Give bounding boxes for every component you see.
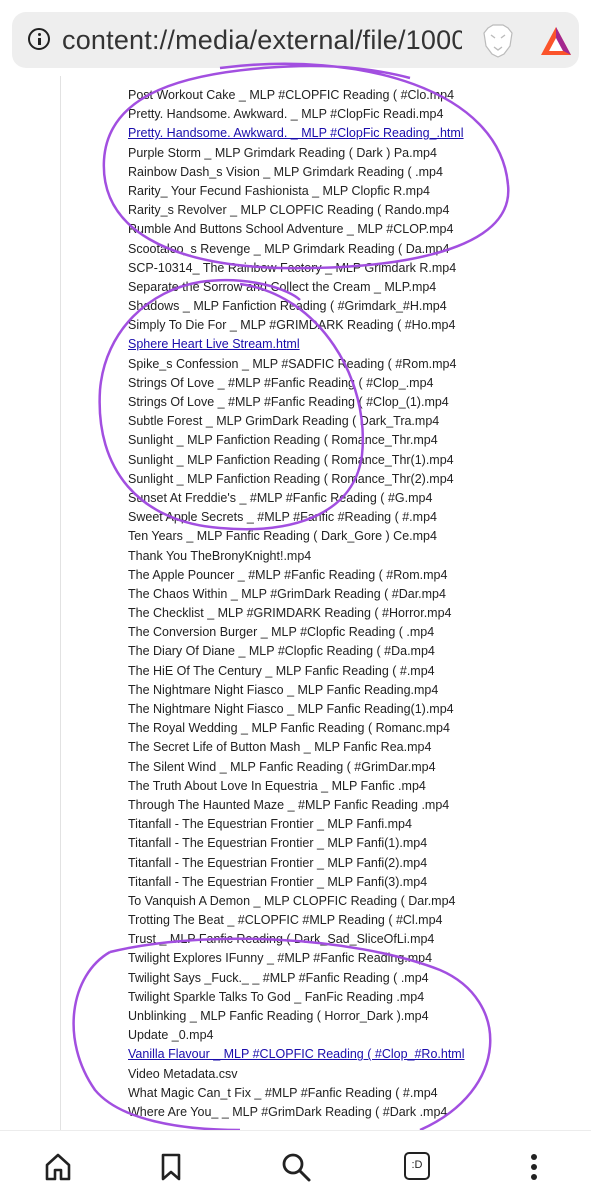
file-item[interactable]: Sunlight _ MLP Fanfiction Reading ( Roma… (128, 451, 465, 470)
file-item[interactable]: Titanfall - The Equestrian Frontier _ ML… (128, 873, 465, 892)
file-item[interactable]: Rarity_s Revolver _ MLP CLOPFIC Reading … (128, 201, 465, 220)
tabs-icon[interactable]: :D (404, 1152, 430, 1180)
file-item[interactable]: The Silent Wind _ MLP Fanfic Reading ( #… (128, 758, 465, 777)
file-item[interactable]: Strings Of Love _ #MLP #Fanfic Reading (… (128, 374, 465, 393)
file-link[interactable]: Sphere Heart Live Stream.html (128, 335, 465, 354)
browser-top-bar: content://media/external/file/1000 (0, 0, 591, 76)
file-item[interactable]: Subtle Forest _ MLP GrimDark Reading ( D… (128, 412, 465, 431)
file-item[interactable]: Unblinking _ MLP Fanfic Reading ( Horror… (128, 1007, 465, 1026)
file-item[interactable]: Titanfall - The Equestrian Frontier _ ML… (128, 854, 465, 873)
file-item[interactable]: SCP-10314_ The Rainbow Factory _ MLP Gri… (128, 259, 465, 278)
file-item[interactable]: Sunlight _ MLP Fanfiction Reading ( Roma… (128, 470, 465, 489)
file-item[interactable]: Strings Of Love _ #MLP #Fanfic Reading (… (128, 393, 465, 412)
search-icon[interactable] (280, 1151, 312, 1183)
file-item[interactable]: Simply To Die For _ MLP #GRIMDARK Readin… (128, 316, 465, 335)
file-item[interactable]: What Magic Can_t Fix _ #MLP #Fanfic Read… (128, 1084, 465, 1103)
file-item[interactable]: Separate the Sorrow and Collect the Crea… (128, 278, 465, 297)
file-item[interactable]: Through The Haunted Maze _ #MLP Fanfic R… (128, 796, 465, 815)
file-item[interactable]: The Secret Life of Button Mash _ MLP Fan… (128, 738, 465, 757)
file-item[interactable]: Video Metadata.csv (128, 1065, 465, 1084)
file-item[interactable]: The HiE Of The Century _ MLP Fanfic Read… (128, 662, 465, 681)
file-item[interactable]: The Nightmare Night Fiasco _ MLP Fanfic … (128, 681, 465, 700)
file-item[interactable]: Twilight Says _Fuck._ _ #MLP #Fanfic Rea… (128, 969, 465, 988)
file-item[interactable]: Rarity_ Your Fecund Fashionista _ MLP Cl… (128, 182, 465, 201)
file-item[interactable]: Update _0.mp4 (128, 1026, 465, 1045)
file-item[interactable]: Trotting The Beat _ #CLOPFIC #MLP Readin… (128, 911, 465, 930)
file-item[interactable]: Where Are You_ _ MLP #GrimDark Reading (… (128, 1103, 465, 1122)
file-item[interactable]: Sunset At Freddie's _ #MLP #Fanfic Readi… (128, 489, 465, 508)
file-item[interactable]: The Royal Wedding _ MLP Fanfic Reading (… (128, 719, 465, 738)
url-text[interactable]: content://media/external/file/1000 (62, 24, 462, 56)
bookmark-icon[interactable] (155, 1151, 187, 1183)
brave-rewards-icon[interactable] (539, 25, 573, 57)
file-link[interactable]: Pretty. Handsome. Awkward. _ MLP #ClopFi… (128, 124, 465, 143)
file-item[interactable]: The Chaos Within _ MLP #GrimDark Reading… (128, 585, 465, 604)
file-item[interactable]: Purple Storm _ MLP Grimdark Reading ( Da… (128, 144, 465, 163)
file-item[interactable]: Spike_s Confession _ MLP #SADFIC Reading… (128, 355, 465, 374)
file-item[interactable]: The Apple Pouncer _ #MLP #Fanfic Reading… (128, 566, 465, 585)
file-item[interactable]: To Vanquish A Demon _ MLP CLOPFIC Readin… (128, 892, 465, 911)
file-item[interactable]: Rainbow Dash_s Vision _ MLP Grimdark Rea… (128, 163, 465, 182)
address-bar[interactable]: content://media/external/file/1000 (12, 12, 579, 68)
file-item[interactable]: The Diary Of Diane _ MLP #Clopfic Readin… (128, 642, 465, 661)
file-item[interactable]: Scootaloo_s Revenge _ MLP Grimdark Readi… (128, 240, 465, 259)
file-item[interactable]: Sunlight _ MLP Fanfiction Reading ( Roma… (128, 431, 465, 450)
home-icon[interactable] (42, 1151, 74, 1183)
file-item[interactable]: The Conversion Burger _ MLP #Clopfic Rea… (128, 623, 465, 642)
file-item[interactable]: Sweet Apple Secrets _ #MLP #Fanfic #Read… (128, 508, 465, 527)
file-item[interactable]: Pretty. Handsome. Awkward. _ MLP #ClopFi… (128, 105, 465, 124)
file-item[interactable]: Twilight Explores IFunny _ #MLP #Fanfic … (128, 949, 465, 968)
file-item[interactable]: Shadows _ MLP Fanfiction Reading ( #Grim… (128, 297, 465, 316)
file-item[interactable]: The Truth About Love In Equestria _ MLP … (128, 777, 465, 796)
file-item[interactable]: The Nightmare Night Fiasco _ MLP Fanfic … (128, 700, 465, 719)
brave-lion-icon[interactable] (482, 24, 514, 58)
file-directory-page[interactable]: Post Workout Cake _ MLP #CLOPFIC Reading… (0, 76, 591, 1130)
file-item[interactable]: Titanfall - The Equestrian Frontier _ ML… (128, 815, 465, 834)
file-item[interactable]: Rumble And Buttons School Adventure _ ML… (128, 220, 465, 239)
file-item[interactable]: Ten Years _ MLP Fanfic Reading ( Dark_Go… (128, 527, 465, 546)
file-item[interactable]: Twilight Sparkle Talks To God _ FanFic R… (128, 988, 465, 1007)
file-item[interactable]: Titanfall - The Equestrian Frontier _ ML… (128, 834, 465, 853)
menu-icon[interactable] (518, 1151, 550, 1183)
file-item[interactable]: Thank You TheBronyKnight!.mp4 (128, 547, 465, 566)
info-icon[interactable] (28, 28, 50, 50)
file-list: Post Workout Cake _ MLP #CLOPFIC Reading… (128, 86, 465, 1122)
page-left-rule (60, 76, 61, 1130)
file-item[interactable]: The Checklist _ MLP #GRIMDARK Reading ( … (128, 604, 465, 623)
file-link[interactable]: Vanilla Flavour _ MLP #CLOPFIC Reading (… (128, 1045, 465, 1064)
bottom-toolbar: :D (0, 1130, 591, 1200)
file-item[interactable]: Post Workout Cake _ MLP #CLOPFIC Reading… (128, 86, 465, 105)
file-item[interactable]: Trust _ MLP Fanfic Reading ( Dark_Sad_Sl… (128, 930, 465, 949)
